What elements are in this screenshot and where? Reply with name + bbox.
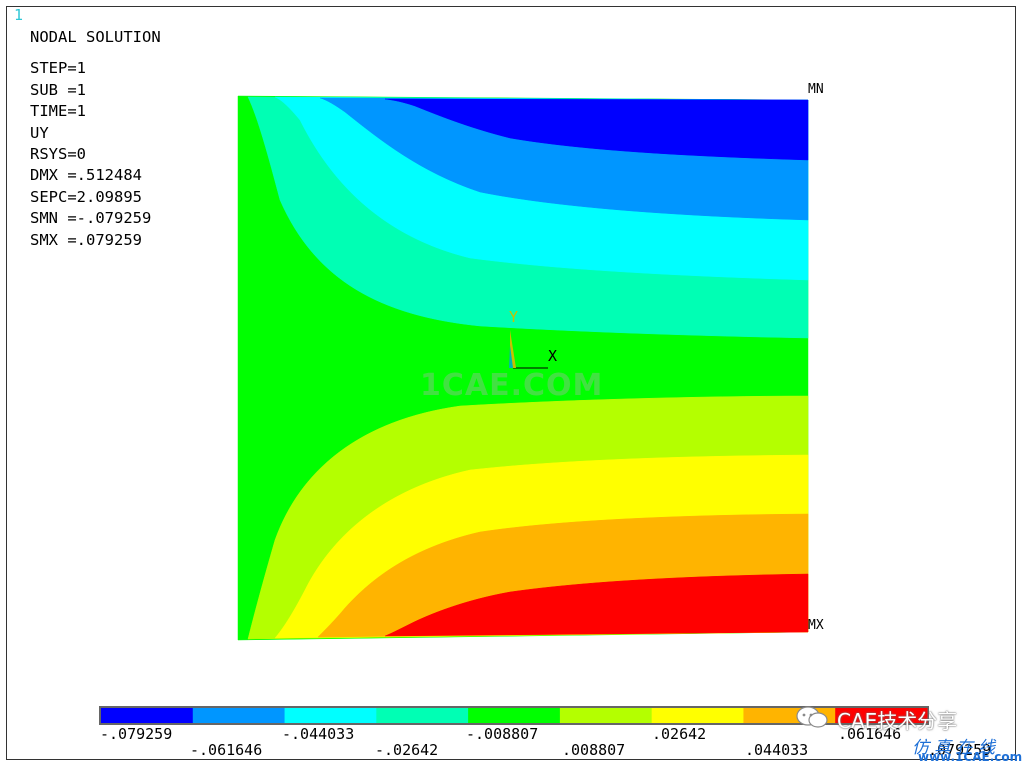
legend-value: -.061646 [190,741,263,759]
legend-color-segment [284,708,377,723]
legend-value: .008807 [562,741,626,759]
legend-value: -.02642 [375,741,439,759]
legend-value: .044033 [745,741,809,759]
site-url: www.1CAE.com [918,750,1023,764]
legend-color-segment [192,708,286,723]
legend-value: -.008807 [466,725,539,743]
x-axis-label: X [548,347,558,365]
y-axis-label: Y [509,308,519,326]
legend-value: .02642 [652,725,707,743]
legend-value: -.079259 [100,725,173,743]
legend-color-segment [559,708,653,723]
brand-text: CAE技术分享 [837,709,958,733]
max-node-marker: MX [808,618,824,633]
watermark: 1CAE.COM [420,368,604,403]
min-node-marker: MN [808,82,824,97]
chat-bubble-icon [796,706,828,728]
legend-value: -.044033 [282,725,355,743]
brand-badge: CAE技术分享 [795,703,995,733]
legend-color-segment [376,708,469,723]
legend-color-segment [468,708,561,723]
legend-color-segment [101,708,194,723]
legend-color-segment [651,708,744,723]
